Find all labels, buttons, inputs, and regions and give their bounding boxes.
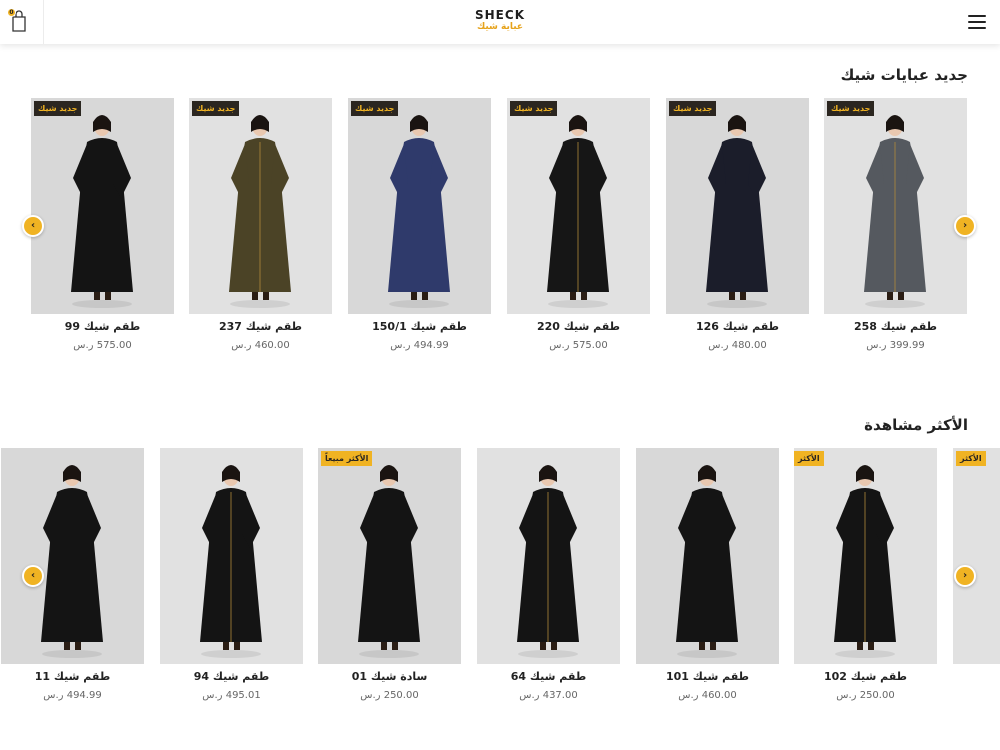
product-image[interactable] <box>160 448 303 664</box>
abaya-model-image <box>517 465 579 658</box>
cart-button[interactable]: 0 <box>0 0 44 44</box>
product-card[interactable]: جديد شيك طقم شيك 126 480.00 ر.س <box>666 98 809 351</box>
product-name[interactable]: طقم شيك 102 <box>794 670 937 683</box>
product-price: 495.01 ر.س <box>202 690 261 701</box>
product-price: 399.99 ر.س <box>866 340 925 351</box>
product-card[interactable]: طقم شيك 64 437.00 ر.س <box>477 448 620 701</box>
product-card[interactable]: طقم شيك 101 460.00 ر.س <box>636 448 779 701</box>
abaya-model-image <box>547 115 609 308</box>
product-name[interactable]: طقم شيك 99 <box>31 320 174 333</box>
product-badge: جديد شيك <box>34 101 82 116</box>
product-card[interactable]: جديد شيك طقم شيك 258 399.99 ر.س <box>824 98 967 351</box>
product-image[interactable]: جديد شيك <box>666 98 809 314</box>
abaya-model-image <box>676 465 738 658</box>
product-image[interactable] <box>1 448 144 664</box>
chevron-left-icon[interactable]: ‹ <box>22 215 44 237</box>
abaya-model-image <box>200 465 262 658</box>
product-card[interactable]: جديد شيك طقم شيك 237 460.00 ر.س <box>189 98 332 351</box>
product-image[interactable]: جديد شيك <box>31 98 174 314</box>
product-card[interactable]: جديد شيك طقم شيك 150/1 494.99 ر.س <box>348 98 491 351</box>
chevron-right-icon[interactable]: › <box>954 215 976 237</box>
site-logo[interactable]: SHECK عباية شيك <box>455 8 545 36</box>
product-price: 494.99 ر.س <box>390 340 449 351</box>
product-carousel-new: جديد شيك طقم شيك 258 399.99 ر.س جديد شيك طقم… <box>0 98 1000 368</box>
product-image[interactable]: جديد شيك <box>189 98 332 314</box>
product-price: 480.00 ر.س <box>708 340 767 351</box>
product-image[interactable]: جديد شيك <box>348 98 491 314</box>
abaya-model-image <box>71 115 133 308</box>
product-image[interactable] <box>477 448 620 664</box>
product-badge: جديد شيك <box>510 101 558 116</box>
product-carousel-most-viewed: الأكثر طقم شيك 102 250.00 ر.س طقم شيك 101 46… <box>0 448 1000 718</box>
product-image[interactable]: الأكثر <box>794 448 937 664</box>
abaya-model-image <box>864 115 926 308</box>
abaya-model-image <box>358 465 420 658</box>
product-card[interactable]: طقم شيك 94 495.01 ر.س <box>160 448 303 701</box>
product-price: 575.00 ر.س <box>73 340 132 351</box>
product-image[interactable]: الأكثر مبيعاً <box>318 448 461 664</box>
product-name[interactable]: طقم شيك 150/1 <box>348 320 491 333</box>
product-price: 250.00 ر.س <box>360 690 419 701</box>
abaya-model-image <box>229 115 291 308</box>
product-price: 460.00 ر.س <box>678 690 737 701</box>
product-card[interactable]: الأكثر طقم شيك 102 250.00 ر.س <box>794 448 937 701</box>
product-badge: جديد شيك <box>192 101 240 116</box>
abaya-model-image <box>388 115 450 308</box>
product-card[interactable]: الأكثر مبيعاً سادة شيك 01 250.00 ر.س <box>318 448 461 701</box>
product-name[interactable]: طقم شيك 101 <box>636 670 779 683</box>
product-name[interactable]: طقم شيك 11 <box>1 670 144 683</box>
product-price: 460.00 ر.س <box>231 340 290 351</box>
chevron-right-icon[interactable]: › <box>954 565 976 587</box>
product-card[interactable]: جديد شيك طقم شيك 220 575.00 ر.س <box>507 98 650 351</box>
logo-text-en: SHECK <box>475 8 525 22</box>
product-name[interactable]: طقم شيك 258 <box>824 320 967 333</box>
section-title-new: جديد عبايات شيك <box>840 66 968 84</box>
chevron-left-icon[interactable]: ‹ <box>22 565 44 587</box>
product-price: 437.00 ر.س <box>519 690 578 701</box>
product-badge: جديد شيك <box>827 101 875 116</box>
product-name[interactable]: طقم شيك 220 <box>507 320 650 333</box>
product-badge: الأكثر <box>956 451 986 466</box>
product-image[interactable]: جديد شيك <box>824 98 967 314</box>
abaya-model-image <box>834 465 896 658</box>
product-name[interactable]: طقم شيك 126 <box>666 320 809 333</box>
site-header: 0 SHECK عباية شيك <box>0 0 1000 44</box>
product-image[interactable] <box>636 448 779 664</box>
product-card[interactable]: جديد شيك طقم شيك 99 575.00 ر.س <box>31 98 174 351</box>
product-name[interactable]: طقم شيك 94 <box>160 670 303 683</box>
product-name[interactable]: طقم شيك 64 <box>477 670 620 683</box>
abaya-model-image <box>41 465 103 658</box>
product-card-partial[interactable]: الأكثر <box>953 448 1000 664</box>
cart-count-badge: 0 <box>7 8 16 17</box>
section-title-most-viewed: الأكثر مشاهدة <box>864 416 968 434</box>
product-badge: جديد شيك <box>669 101 717 116</box>
abaya-model-image <box>706 115 768 308</box>
product-price: 494.99 ر.س <box>43 690 102 701</box>
product-badge: جديد شيك <box>351 101 399 116</box>
product-name[interactable]: طقم شيك 237 <box>189 320 332 333</box>
product-price: 250.00 ر.س <box>836 690 895 701</box>
product-name[interactable]: سادة شيك 01 <box>318 670 461 683</box>
product-price: 575.00 ر.س <box>549 340 608 351</box>
product-image[interactable]: جديد شيك <box>507 98 650 314</box>
product-badge: الأكثر مبيعاً <box>321 451 373 466</box>
logo-text-ar: عباية شيك <box>476 22 524 32</box>
hamburger-menu-icon[interactable] <box>968 15 986 29</box>
product-badge: الأكثر <box>794 451 824 466</box>
